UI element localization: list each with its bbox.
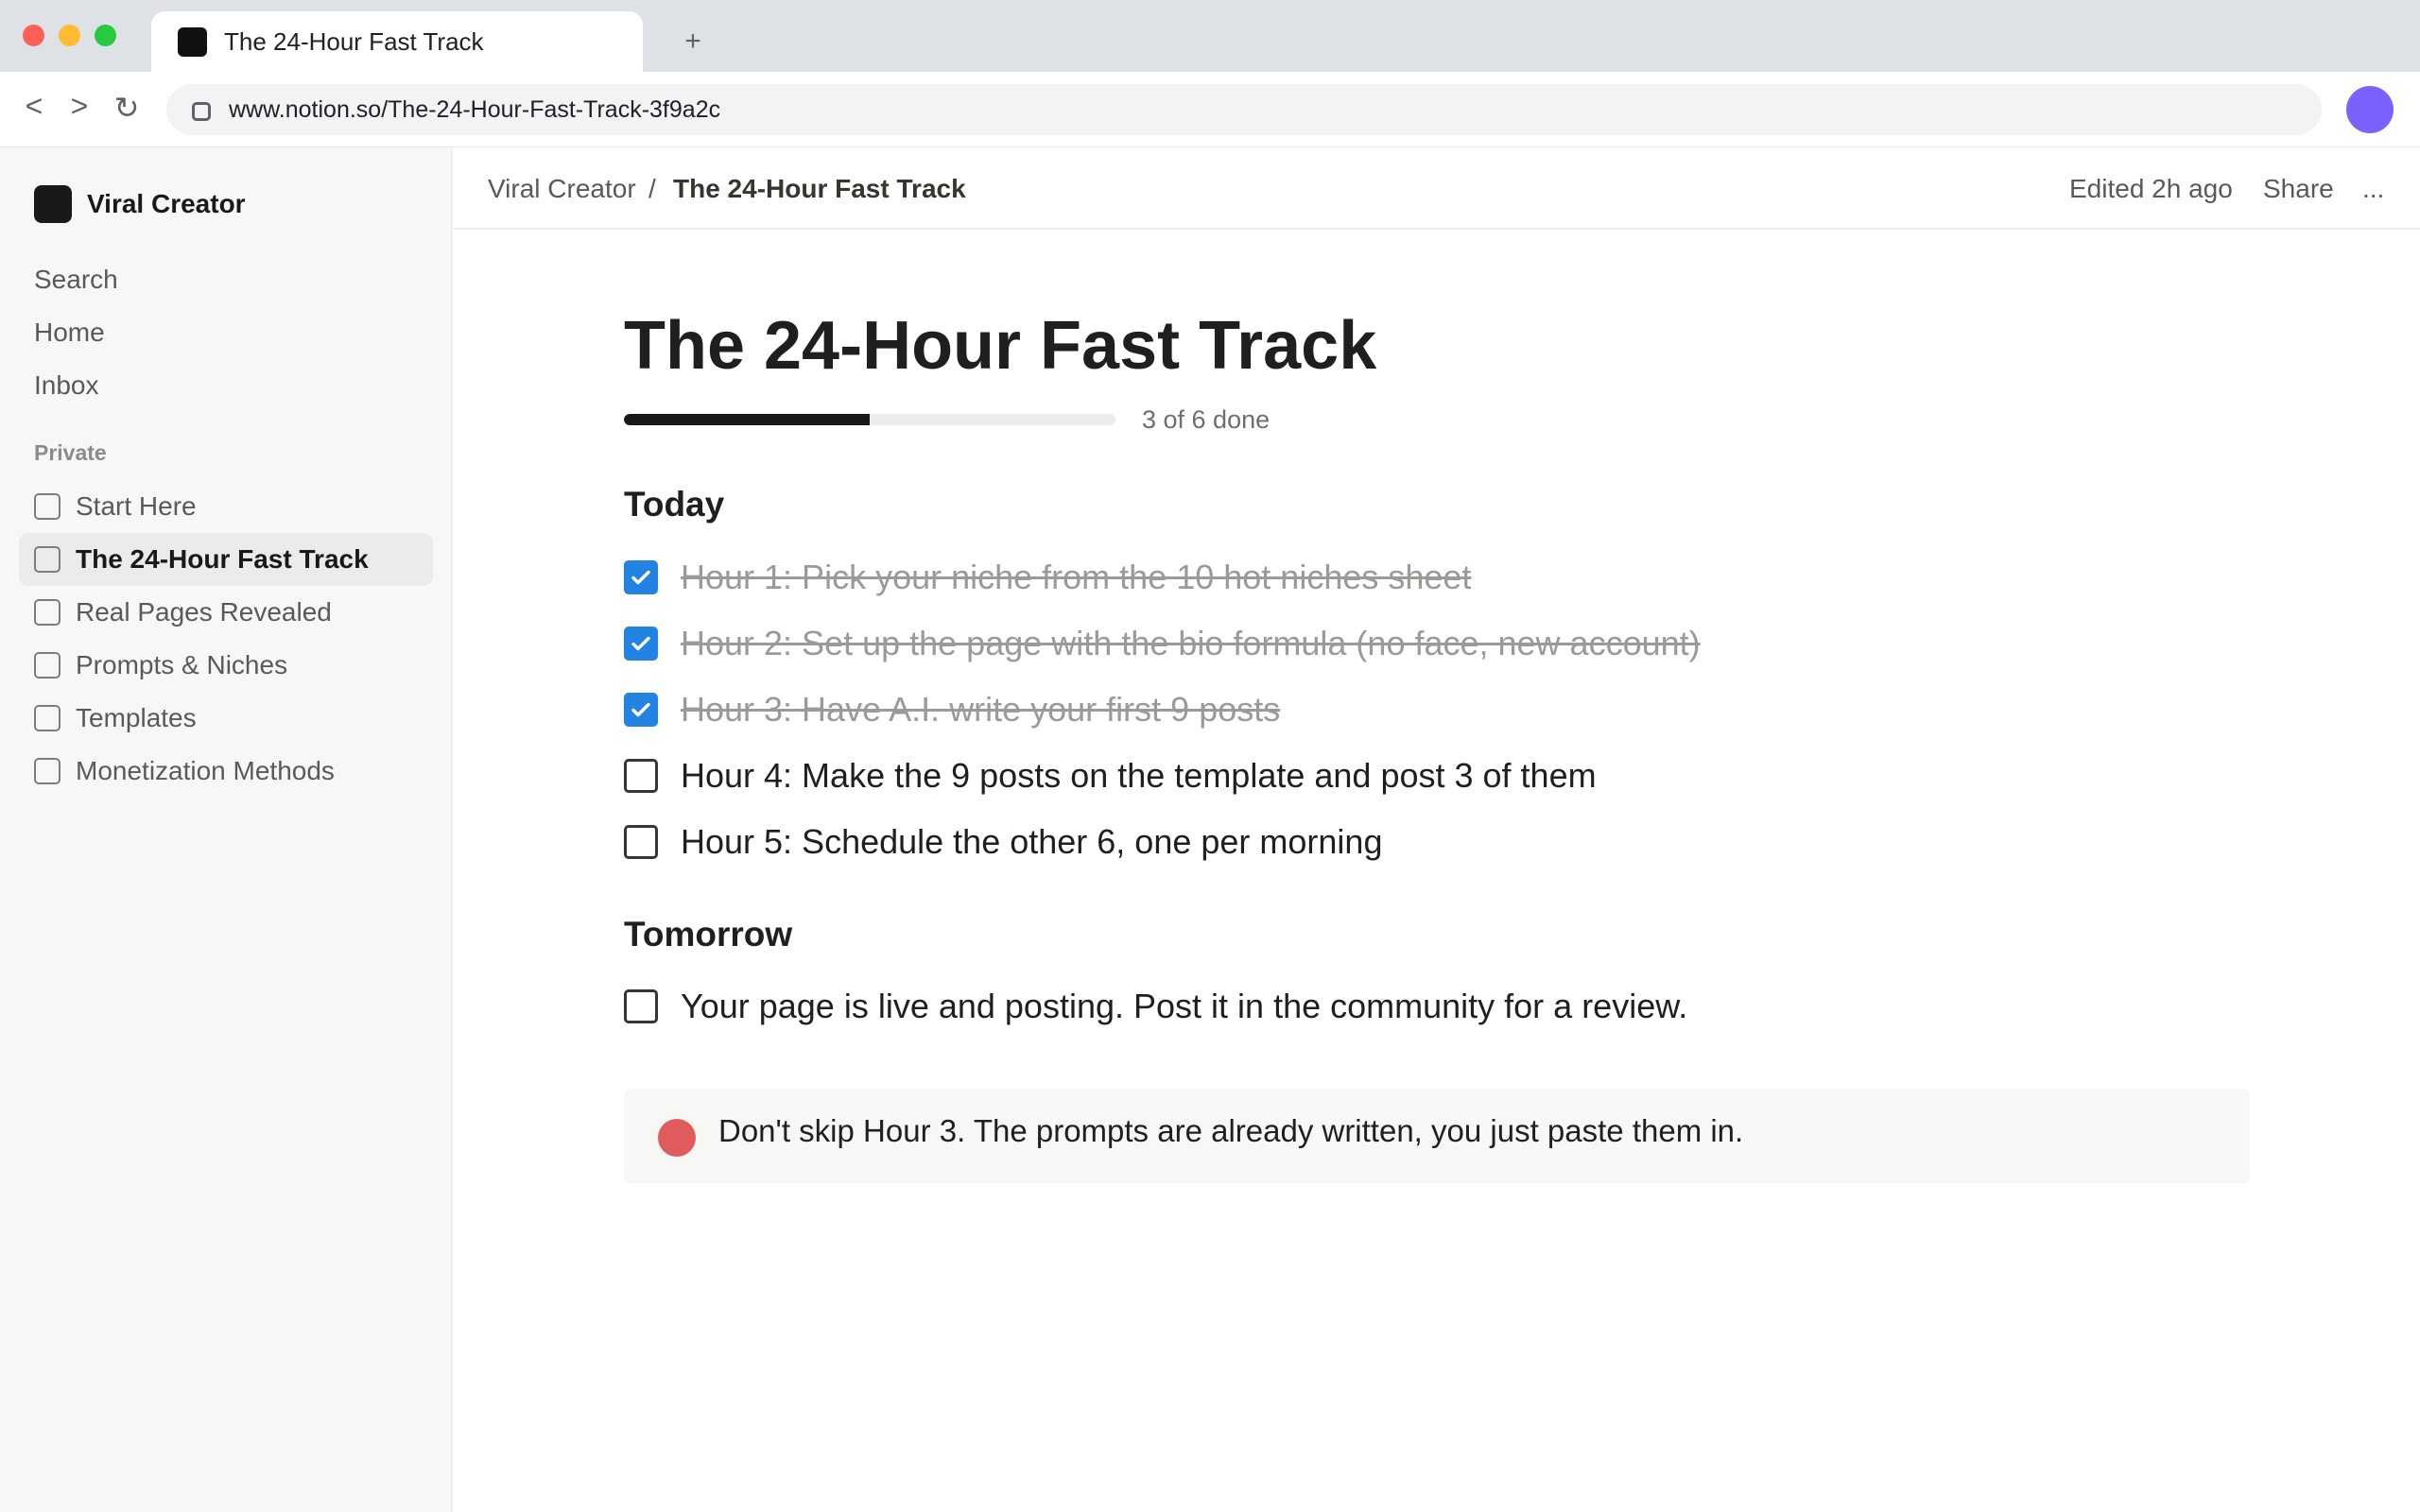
close-window-button[interactable] (23, 25, 44, 46)
sidebar: Viral Creator Search Home Inbox Private … (0, 148, 453, 1512)
site-info-icon[interactable] (192, 102, 211, 121)
sidebar-item-label: Real Pages Revealed (76, 597, 332, 627)
workspace-name[interactable]: Viral Creator (87, 185, 246, 223)
todo-text[interactable]: Hour 3: Have A.I. write your first 9 pos… (681, 680, 1280, 739)
todo-item[interactable]: Hour 2: Set up the page with the bio for… (624, 614, 2325, 665)
sidebar-item-templates[interactable]: Templates (19, 692, 433, 745)
callout-block[interactable]: Don't skip Hour 3. The prompts are alrea… (624, 1089, 2250, 1183)
sidebar-item-24-hour-fast-track[interactable]: The 24-Hour Fast Track (19, 533, 433, 586)
forward-button[interactable]: > (62, 87, 96, 125)
share-button[interactable]: Share (2263, 148, 2334, 230)
tab-title: The 24-Hour Fast Track (224, 27, 484, 56)
browser-address-bar: < > ↻ www.notion.so/The-24-Hour-Fast-Tra… (0, 72, 2420, 147)
todo-checkbox[interactable] (624, 825, 658, 859)
page-icon (34, 705, 60, 731)
progress-bar-fill (624, 414, 870, 425)
todo-checkbox-checked[interactable] (624, 693, 658, 727)
sidebar-item-label: The 24-Hour Fast Track (76, 544, 369, 574)
page-icon (34, 546, 60, 573)
todo-text[interactable]: Hour 1: Pick your niche from the 10 hot … (681, 548, 1471, 607)
todo-item[interactable]: Hour 5: Schedule the other 6, one per mo… (624, 813, 2325, 864)
sidebar-search-link[interactable]: Search (34, 261, 118, 299)
sidebar-home-link[interactable]: Home (34, 314, 105, 352)
page-icon (34, 652, 60, 679)
todo-text[interactable]: Hour 4: Make the 9 posts on the template… (681, 747, 1597, 805)
page-icon (34, 758, 60, 784)
sidebar-item-label: Templates (76, 703, 197, 732)
checkmark-icon (631, 636, 650, 651)
todo-checkbox-checked[interactable] (624, 627, 658, 661)
reload-button[interactable]: ↻ (110, 89, 144, 127)
todo-checkbox[interactable] (624, 759, 658, 793)
profile-avatar[interactable] (2346, 86, 2394, 133)
todo-text[interactable]: Hour 2: Set up the page with the bio for… (681, 614, 1701, 673)
more-options-button[interactable]: ... (2362, 148, 2384, 230)
sidebar-item-label: Prompts & Niches (76, 650, 288, 679)
url-input[interactable]: www.notion.so/The-24-Hour-Fast-Track-3f9… (166, 84, 2322, 135)
todo-text[interactable]: Hour 5: Schedule the other 6, one per mo… (681, 813, 1382, 871)
minimize-window-button[interactable] (59, 25, 80, 46)
todo-checkbox[interactable] (624, 989, 658, 1023)
progress-bar (624, 414, 1115, 425)
sidebar-item-start-here[interactable]: Start Here (19, 480, 433, 533)
back-button[interactable]: < (17, 87, 51, 125)
checkmark-icon (631, 702, 650, 717)
breadcrumb-separator: / (648, 174, 656, 203)
sidebar-item-prompts-niches[interactable]: Prompts & Niches (19, 639, 433, 692)
browser-tab-active[interactable]: The 24-Hour Fast Track (151, 11, 643, 72)
browser-tab-bar: The 24-Hour Fast Track + (0, 0, 2420, 72)
sidebar-inbox-link[interactable]: Inbox (34, 367, 99, 404)
page-icon (34, 493, 60, 520)
section-heading-today[interactable]: Today (624, 482, 724, 527)
breadcrumb-parent[interactable]: Viral Creator (488, 148, 636, 230)
notion-favicon-icon (178, 27, 207, 57)
section-heading-tomorrow[interactable]: Tomorrow (624, 912, 792, 957)
edited-timestamp[interactable]: Edited 2h ago (2069, 148, 2233, 230)
page-icon (34, 599, 60, 626)
workspace-logo-icon (34, 185, 72, 223)
todo-item[interactable]: Hour 3: Have A.I. write your first 9 pos… (624, 680, 2325, 731)
sidebar-section-private: Private (34, 440, 107, 465)
sidebar-item-label: Monetization Methods (76, 756, 335, 785)
sidebar-item-monetization-methods[interactable]: Monetization Methods (19, 745, 433, 798)
todo-item[interactable]: Your page is live and posting. Post it i… (624, 977, 2325, 1028)
sidebar-item-real-pages-revealed[interactable]: Real Pages Revealed (19, 586, 433, 639)
todo-item[interactable]: Hour 4: Make the 9 posts on the template… (624, 747, 2325, 798)
page-topbar: Viral Creator / The 24-Hour Fast Track E… (454, 148, 2420, 230)
maximize-window-button[interactable] (95, 25, 116, 46)
todo-checkbox-checked[interactable] (624, 560, 658, 594)
todo-text[interactable]: Your page is live and posting. Post it i… (681, 977, 1687, 1036)
callout-text[interactable]: Don't skip Hour 3. The prompts are alrea… (718, 1108, 1743, 1155)
todo-item[interactable]: Hour 1: Pick your niche from the 10 hot … (624, 548, 2325, 599)
new-tab-button[interactable]: + (679, 23, 707, 60)
page-title[interactable]: The 24-Hour Fast Track (624, 301, 1376, 391)
sidebar-item-label: Start Here (76, 491, 197, 521)
progress-label: 3 of 6 done (1142, 405, 1270, 434)
checkmark-icon (631, 570, 650, 585)
red-circle-icon (658, 1119, 696, 1157)
breadcrumb-current[interactable]: The 24-Hour Fast Track (673, 148, 966, 230)
url-text: www.notion.so/The-24-Hour-Fast-Track-3f9… (229, 96, 721, 123)
